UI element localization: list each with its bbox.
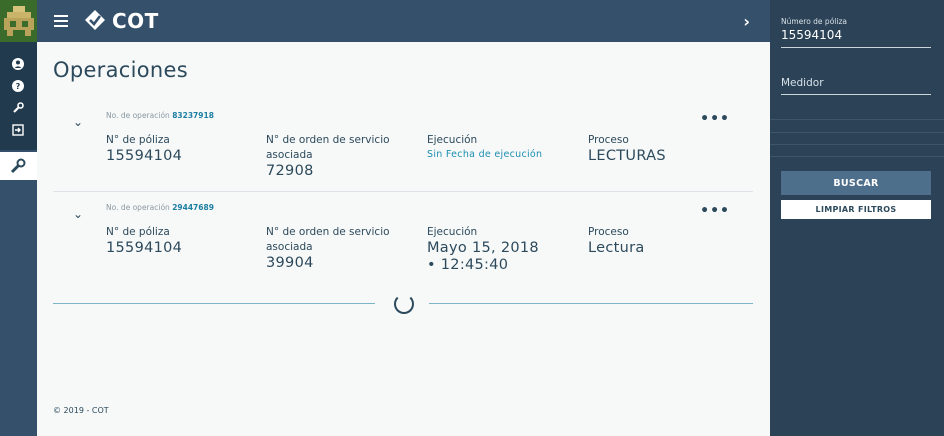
poliza-field-label: Número de póliza bbox=[781, 17, 847, 26]
rail-nav: ? bbox=[0, 42, 37, 150]
help-icon[interactable]: ? bbox=[12, 80, 24, 92]
search-button[interactable]: BUSCAR bbox=[781, 171, 931, 195]
more-horizontal-icon[interactable]: ••• bbox=[700, 203, 730, 219]
medidor-input-underline bbox=[781, 94, 931, 95]
medidor-input[interactable]: Medidor bbox=[781, 77, 824, 89]
hamburger-menu-icon[interactable] bbox=[54, 15, 68, 27]
svg-text:?: ? bbox=[16, 82, 21, 91]
rail-logo-area bbox=[0, 0, 37, 42]
poliza-input[interactable]: 15594104 bbox=[781, 28, 842, 42]
page-title: Operaciones bbox=[53, 58, 188, 82]
pixel-house-logo bbox=[4, 6, 34, 36]
footer-copyright: © 2019 - COT bbox=[53, 406, 109, 415]
operation-number: No. de operación 83237918 bbox=[106, 111, 214, 120]
chevron-down-icon[interactable]: ⌄ bbox=[73, 115, 83, 129]
loader-divider-right bbox=[429, 303, 753, 304]
wrench-icon bbox=[10, 158, 26, 174]
field-proceso: Proceso Lectura bbox=[588, 226, 645, 256]
left-rail: ? bbox=[0, 0, 37, 436]
diamond-logo-icon bbox=[85, 10, 105, 30]
user-icon[interactable] bbox=[12, 58, 24, 70]
field-orden-servicio: N° de orden de servicio asociada 39904 bbox=[266, 226, 390, 271]
operation-number-link[interactable]: 83237918 bbox=[172, 111, 214, 120]
operation-number: No. de operación 29447689 bbox=[106, 203, 214, 212]
field-poliza: N° de póliza 15594104 bbox=[106, 134, 183, 164]
divider bbox=[770, 156, 944, 157]
field-proceso: Proceso LECTURAS bbox=[588, 134, 666, 164]
clear-filters-button[interactable]: LIMPIAR FILTROS bbox=[781, 200, 931, 219]
logout-icon[interactable] bbox=[12, 124, 24, 136]
divider bbox=[770, 144, 944, 145]
divider bbox=[770, 119, 944, 120]
operation-number-link[interactable]: 29447689 bbox=[172, 203, 214, 212]
brand-name: COT bbox=[112, 9, 159, 33]
wrench-icon[interactable] bbox=[12, 102, 24, 114]
filter-sidebar: Número de póliza 15594104 Medidor BUSCAR… bbox=[770, 0, 944, 436]
main-content: Operaciones ⌄ No. de operación 83237918 … bbox=[37, 42, 770, 436]
more-horizontal-icon[interactable]: ••• bbox=[700, 111, 730, 127]
loading-spinner-icon bbox=[394, 294, 414, 314]
operation-card: ⌄ No. de operación 83237918 ••• N° de pó… bbox=[53, 105, 753, 192]
operation-card: ⌄ No. de operación 29447689 ••• N° de pó… bbox=[53, 197, 753, 277]
field-orden-servicio: N° de orden de servicio asociada 72908 bbox=[266, 134, 390, 179]
divider bbox=[770, 132, 944, 133]
top-bar: COT › bbox=[37, 0, 770, 42]
chevron-down-icon[interactable]: ⌄ bbox=[73, 207, 83, 221]
field-ejecucion: Ejecución Sin Fecha de ejecución bbox=[427, 134, 543, 160]
chevron-right-icon[interactable]: › bbox=[743, 12, 750, 31]
field-poliza: N° de póliza 15594104 bbox=[106, 226, 183, 256]
loader-divider-left bbox=[53, 303, 375, 304]
field-ejecucion: Ejecución Mayo 15, 2018 • 12:45:40 bbox=[427, 226, 539, 273]
poliza-input-underline bbox=[781, 47, 931, 48]
rail-item-tools-active[interactable] bbox=[0, 152, 37, 180]
